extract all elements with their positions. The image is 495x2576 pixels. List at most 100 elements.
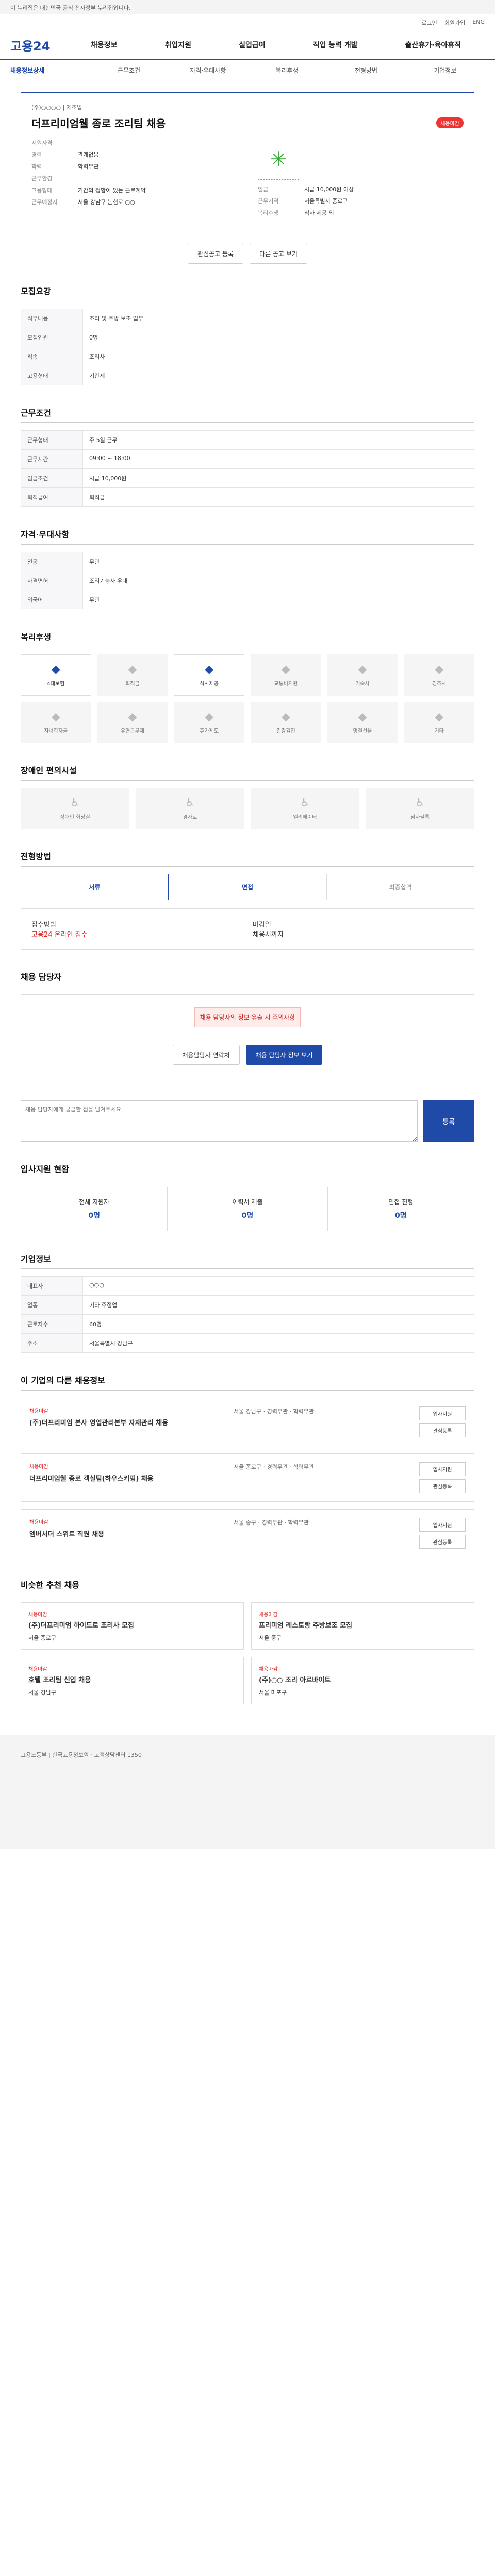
row-value: 조리기능사 우대	[82, 571, 474, 590]
section-title: 이 기업의 다른 채용정보	[21, 1374, 474, 1391]
welfare-icon: ◆	[205, 663, 214, 676]
welfare-icon: ◆	[281, 710, 290, 723]
login-link[interactable]: 로그인	[421, 19, 437, 27]
info-key: 고용형태	[31, 187, 53, 194]
welfare-item: ◆ 명절선물	[327, 702, 398, 743]
info-value: 식사 제공 외	[304, 210, 334, 216]
disabled-section: 장애인 편의시설 ♿ 장애인 화장실 ♿ 경사로 ♿ 엘리베이터 ♿ 점자블록	[21, 764, 474, 829]
related-tag: 채용마감	[29, 1464, 48, 1470]
welfare-item: ◆ 유연근무제	[97, 702, 168, 743]
scrap-button[interactable]: 관심등록	[419, 1535, 466, 1549]
question-input[interactable]	[21, 1100, 418, 1142]
method-value: 고용24 온라인 접수	[31, 931, 88, 939]
welfare-icon: ◆	[435, 710, 444, 723]
gnb-item[interactable]: 채용정보	[91, 40, 118, 50]
tab-welfare[interactable]: 복리후생	[248, 66, 326, 75]
info-value: 서울특별시 종로구	[304, 198, 348, 205]
row-key: 전공	[21, 552, 83, 571]
row-key: 외국어	[21, 590, 83, 609]
row-value: 0명	[82, 328, 474, 347]
stat-label: 면접 진행	[388, 1198, 414, 1206]
related-info: 서울 중구 · 경력무관 · 학력무관	[234, 1519, 309, 1526]
recommend-card[interactable]: 채용마감 (주)더프리미엄 하이드로 조리사 모집 서울 종로구	[21, 1602, 244, 1650]
tab-selection[interactable]: 전형방법	[326, 66, 405, 75]
row-value: 주 5일 근무	[82, 430, 474, 450]
row-key: 임금조건	[21, 468, 83, 488]
info-value	[78, 139, 237, 147]
apply-button[interactable]: 입사지원	[419, 1406, 466, 1420]
card-title[interactable]: 호텔 조리팀 신입 채용	[28, 1674, 236, 1684]
related-tag: 채용마감	[29, 1520, 48, 1526]
welfare-label: 경조사	[432, 681, 447, 687]
section-title: 기업정보	[21, 1252, 474, 1269]
gnb-item[interactable]: 취업지원	[165, 40, 192, 50]
recommend-card[interactable]: 채용마감 (주)○○ 조리 아르바이트 서울 마포구	[251, 1657, 474, 1704]
card-title[interactable]: (주)더프리미엄 하이드로 조리사 모집	[28, 1620, 236, 1630]
related-title[interactable]: 더프리미엄웰 종로 객실팀(하우스키핑) 채용	[29, 1473, 223, 1483]
recommend-card[interactable]: 채용마감 호텔 조리팀 신입 채용 서울 강남구	[21, 1657, 244, 1704]
related-job[interactable]: 채용마감엠버서더 스위트 직원 채용 서울 중구 · 경력무관 · 학력무관 입…	[21, 1509, 474, 1557]
welfare-label: 명절선물	[353, 728, 372, 734]
conditions-section: 근무조건 근무형태 주 5일 근무 근무시간 09:00 ~ 18:00 임금조건 시…	[21, 406, 474, 507]
contact-view-button[interactable]: 채용 담당자 정보 보기	[245, 1045, 323, 1065]
recommend-section: 비슷한 추천 채용 채용마감 (주)더프리미엄 하이드로 조리사 모집 서울 종로구…	[21, 1578, 474, 1704]
facility-icon: ♿	[70, 796, 80, 809]
apply-button[interactable]: 입사지원	[419, 1462, 466, 1476]
recommend-card[interactable]: 채용마감 프리미엄 레스토랑 주방보조 모집 서울 중구	[251, 1602, 474, 1650]
tab-conditions[interactable]: 근무조건	[89, 66, 168, 75]
gnb-item[interactable]: 출산휴가·육아휴직	[405, 40, 461, 50]
info-key: 근무환경	[31, 175, 53, 182]
section-title: 자격·우대사항	[21, 528, 474, 545]
welfare-icon: ◆	[358, 663, 367, 676]
stat-card: 이력서 제출 0명	[174, 1187, 321, 1231]
tab-company[interactable]: 기업정보	[406, 66, 485, 75]
global-nav: 고용24 채용정보 취업지원 실업급여 직업 능력 개발 출산휴가·육아휴직	[0, 31, 495, 60]
apply-button[interactable]: 입사지원	[419, 1518, 466, 1532]
row-key: 퇴직급여	[21, 487, 83, 507]
welfare-icon: ◆	[435, 663, 444, 676]
site-logo[interactable]: 고용24	[10, 36, 67, 54]
tab-detail[interactable]: 채용정보상세	[10, 66, 89, 75]
signup-link[interactable]: 회원가입	[444, 19, 465, 27]
related-job[interactable]: 채용마감 더프리미엄웰 종로 객실팀(하우스키핑) 채용 서울 종로구 · 경력무…	[21, 1453, 474, 1502]
card-title[interactable]: (주)○○ 조리 아르바이트	[259, 1674, 467, 1684]
row-value: ○○○	[82, 1276, 474, 1296]
section-title: 근무조건	[21, 406, 474, 423]
utility-nav: 로그인 회원가입 ENG	[0, 14, 495, 31]
stat-value: 0명	[241, 1212, 254, 1220]
job-header: (주)○○○○ | 제조업 더프리미엄웰 종로 조리팀 채용 채용마감 지원자격…	[21, 92, 474, 231]
gnb-item[interactable]: 실업급여	[239, 40, 266, 50]
row-value: 시급 10,000원	[82, 468, 474, 488]
other-jobs-button[interactable]: 다른 공고 보기	[250, 244, 307, 264]
contact-button[interactable]: 채용담당자 연락처	[172, 1045, 240, 1065]
welfare-item: ◆ 건강검진	[251, 702, 321, 743]
welfare-icon: ◆	[51, 710, 60, 723]
stat-label: 전체 지원자	[79, 1198, 110, 1206]
welfare-item: ◆ 기숙사	[327, 654, 398, 696]
welfare-item: ◆ 자녀학자금	[21, 702, 91, 743]
card-tag: 채용마감	[259, 1612, 278, 1618]
related-title[interactable]: 엠버서더 스위트 직원 채용	[29, 1529, 223, 1538]
welfare-label: 자녀학자금	[44, 728, 68, 734]
row-key: 대표자	[21, 1276, 83, 1296]
related-title[interactable]: (주)더프리미엄 본사 영업관리본부 자재관리 채용	[29, 1417, 223, 1427]
scrap-button[interactable]: 관심공고 등록	[188, 244, 244, 264]
card-title[interactable]: 프리미엄 레스토랑 주방보조 모집	[259, 1620, 467, 1630]
scrap-button[interactable]: 관심등록	[419, 1423, 466, 1437]
lang-link[interactable]: ENG	[472, 19, 485, 27]
facility-label: 엘리베이터	[293, 815, 317, 820]
card-info: 서울 강남구	[28, 1689, 57, 1696]
related-job[interactable]: 채용마감 (주)더프리미엄 본사 영업관리본부 자재관리 채용 서울 강남구 · …	[21, 1398, 474, 1446]
selection-step: 최종합격	[326, 874, 475, 900]
info-value: 관계없음	[78, 151, 99, 158]
facility-icon: ♿	[185, 796, 195, 809]
row-key: 업종	[21, 1295, 83, 1315]
welfare-label: 교통비지원	[274, 681, 298, 687]
tab-qualify[interactable]: 자격·우대사항	[169, 66, 248, 75]
gnb-item[interactable]: 직업 능력 개발	[313, 40, 358, 50]
right-info: ✳ 임금 시급 10,000원 이상 근무지역 서울특별시 종로구 복리후생 식사 제…	[258, 139, 464, 221]
scrap-button[interactable]: 관심등록	[419, 1479, 466, 1493]
info-key: 복리후생	[258, 210, 279, 216]
question-submit-button[interactable]: 등록	[423, 1100, 474, 1142]
card-info: 서울 마포구	[259, 1689, 287, 1696]
